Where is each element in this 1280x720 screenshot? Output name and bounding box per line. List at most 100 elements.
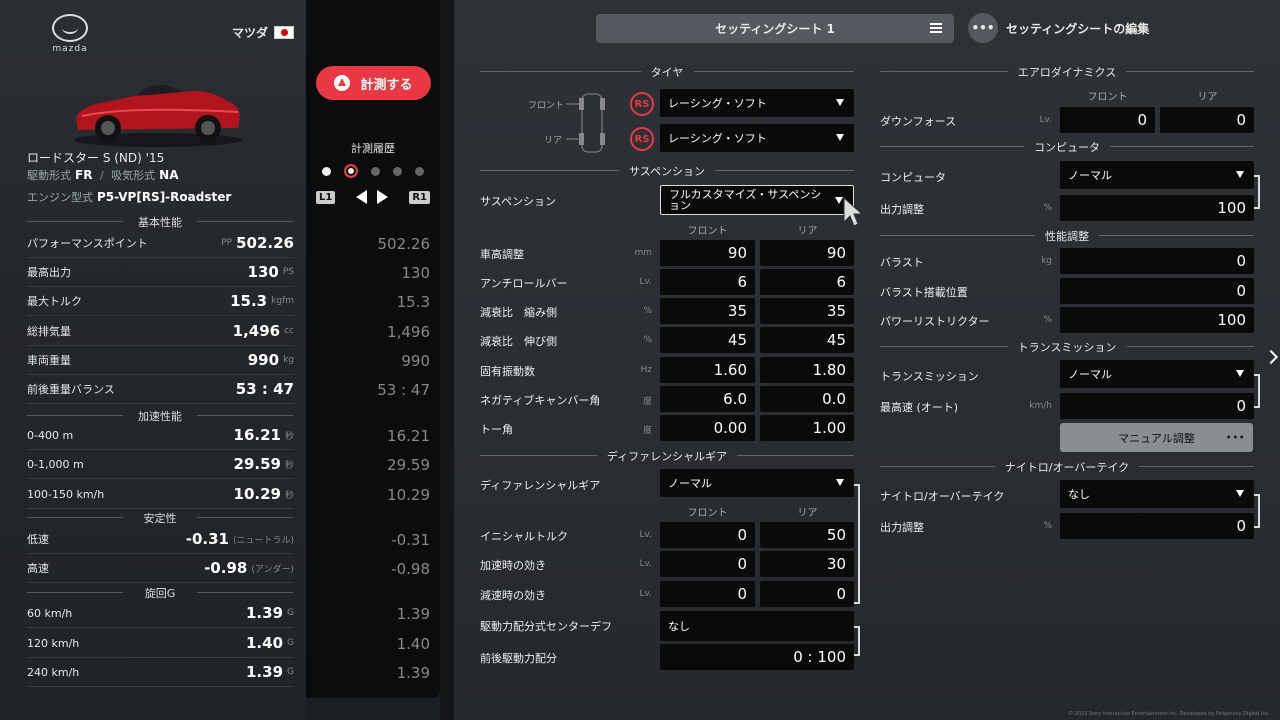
more-options-icon: ••• [1225,431,1245,444]
top-speed-label: 最高速 (オート) [880,401,959,414]
stat-unit: kg [283,355,294,365]
manual-adjust-button[interactable]: マニュアル調整 ••• [1060,423,1253,452]
stat-row: 240 km/h 1.39 G [27,658,294,687]
ballast-position-value[interactable]: 0 [1060,278,1254,304]
differential-rear-value[interactable]: 30 [760,551,854,577]
stat-row: 0-1,000 m 29.59 秒 [27,450,294,479]
setting-sheet-selector[interactable]: セッティングシート 1 [596,14,954,43]
history-value: 53 : 47 [377,380,430,399]
engine-value: P5-VP[RS]-Roadster [97,190,232,204]
differential-front-value[interactable]: 0 [660,581,755,607]
measure-button[interactable]: 計測する [316,66,431,100]
next-arrow-icon[interactable] [377,190,389,204]
suspension-row-label: ネガティブキャンバー角 [480,394,601,407]
differential-front-value[interactable]: 0 [660,522,755,548]
suspension-row-unit: Hz [640,365,653,375]
nitro-bracket [1254,494,1260,528]
stat-unit: (ニュートラル) [232,535,294,546]
computer-title: コンピュータ [1034,141,1100,154]
downforce-front[interactable]: 0 [1060,107,1155,133]
stat-value: 16.21 [233,426,281,444]
history-dot[interactable] [415,166,424,176]
divider [440,0,454,720]
stat-value: -0.98 [204,559,248,577]
ballast-value[interactable]: 0 [1060,248,1254,274]
torque-split-value[interactable]: 0 : 100 [660,644,854,670]
nitro-output-value[interactable]: 0 [1060,513,1254,539]
col-front: フロント [1087,92,1128,103]
suspension-row-unit: 度 [642,397,652,407]
brand-word: mazda [52,44,88,54]
suspension-rear-value[interactable]: 1.80 [760,357,854,383]
differential-row-label: イニシャルトルク [480,530,568,543]
downforce-rear[interactable]: 0 [1160,107,1254,133]
differential-rear-value[interactable]: 50 [760,522,854,548]
suspension-front-value[interactable]: 35 [660,298,755,324]
tires-heading: タイヤ [480,64,854,80]
differential-row-unit: Lv. [639,589,652,599]
next-page-arrow-icon[interactable] [1263,349,1279,365]
history-dot[interactable] [371,166,380,176]
history-dot-selected[interactable] [344,164,358,178]
suspension-front-value[interactable]: 45 [660,327,755,353]
basic-performance-heading: 基本性能 [27,214,293,230]
stat-row: 低速 -0.31 (ニュートラル) [27,525,294,554]
settings-panel: セッティングシート 1 ••• セッティングシートの編集 タイヤ フロント リア… [454,0,1280,720]
center-diff-value[interactable]: なし [660,611,854,641]
computer-dropdown[interactable]: ノーマル [1060,161,1254,189]
history-value: -0.31 [391,530,430,549]
rear-tire-dropdown[interactable]: レーシング・ソフト [660,124,854,152]
nitro-dropdown[interactable]: なし [1060,480,1254,508]
differential-rear-value[interactable]: 0 [760,581,854,607]
front-tire-dropdown[interactable]: レーシング・ソフト [660,89,854,117]
suspension-rear-value[interactable]: 45 [760,327,854,353]
mazda-logo: mazda [48,14,92,54]
power-output-label: 出力調整 [880,203,924,216]
restrictor-value[interactable]: 100 [1060,307,1254,333]
stat-label: 0-400 m [27,428,74,442]
stat-row: 最大トルク 15.3 kgfm [27,287,294,316]
top-speed-value[interactable]: 0 [1060,393,1254,419]
suspension-type-value: フルカスタマイズ・サスペンション [669,188,822,212]
chevron-down-icon [1236,370,1244,377]
suspension-row-label: 固有振動数 [480,365,535,378]
heading-rule [693,71,854,72]
history-value: -0.98 [391,559,430,578]
stat-label: 車両重量 [27,354,71,367]
differential-type-dropdown[interactable]: ノーマル [660,469,854,497]
stat-value: -0.31 [185,530,229,548]
stat-value: 502.26 [236,234,294,252]
computer-value: ノーマル [1068,169,1112,182]
suspension-rear-value[interactable]: 90 [760,240,854,266]
suspension-front-value[interactable]: 6 [660,269,755,295]
differential-front-value[interactable]: 0 [660,551,755,577]
suspension-rear-value[interactable]: 0.0 [760,386,854,412]
history-dot[interactable] [322,166,331,176]
power-output-value[interactable]: 100 [1060,195,1254,221]
stat-unit: 秒 [284,460,294,471]
differential-type-value: ノーマル [668,477,712,490]
stat-row: 車両重量 990 kg [27,346,294,375]
prev-arrow-icon[interactable] [356,190,368,204]
nitro-label: ナイトロ/オーバーテイク [880,490,1005,503]
stat-unit: G [287,638,294,648]
aero-title: エアロダイナミクス [1017,66,1117,79]
suspension-front-value[interactable]: 6.0 [660,386,755,412]
suspension-type-dropdown[interactable]: フルカスタマイズ・サスペンション [660,185,854,215]
history-title: 計測履歴 [351,142,395,155]
stat-unit: (アンダー) [251,564,294,575]
suspension-rear-value[interactable]: 1.00 [760,415,854,441]
suspension-rear-value[interactable]: 6 [760,269,854,295]
edit-sheet-button[interactable]: ••• セッティングシートの編集 [968,13,1149,43]
history-dot[interactable] [393,166,402,176]
stat-label: 前後重量バランス [27,383,115,396]
history-value: 502.26 [377,234,431,253]
suspension-front-value[interactable]: 0.00 [660,415,755,441]
transmission-dropdown[interactable]: ノーマル [1060,360,1254,388]
suspension-front-value[interactable]: 1.60 [660,357,755,383]
stat-unit: G [287,608,294,618]
stat-unit: 秒 [284,431,294,442]
nitro-heading: ナイトロ/オーバーテイク [880,459,1254,475]
suspension-front-value[interactable]: 90 [660,240,755,266]
suspension-rear-value[interactable]: 35 [760,298,854,324]
